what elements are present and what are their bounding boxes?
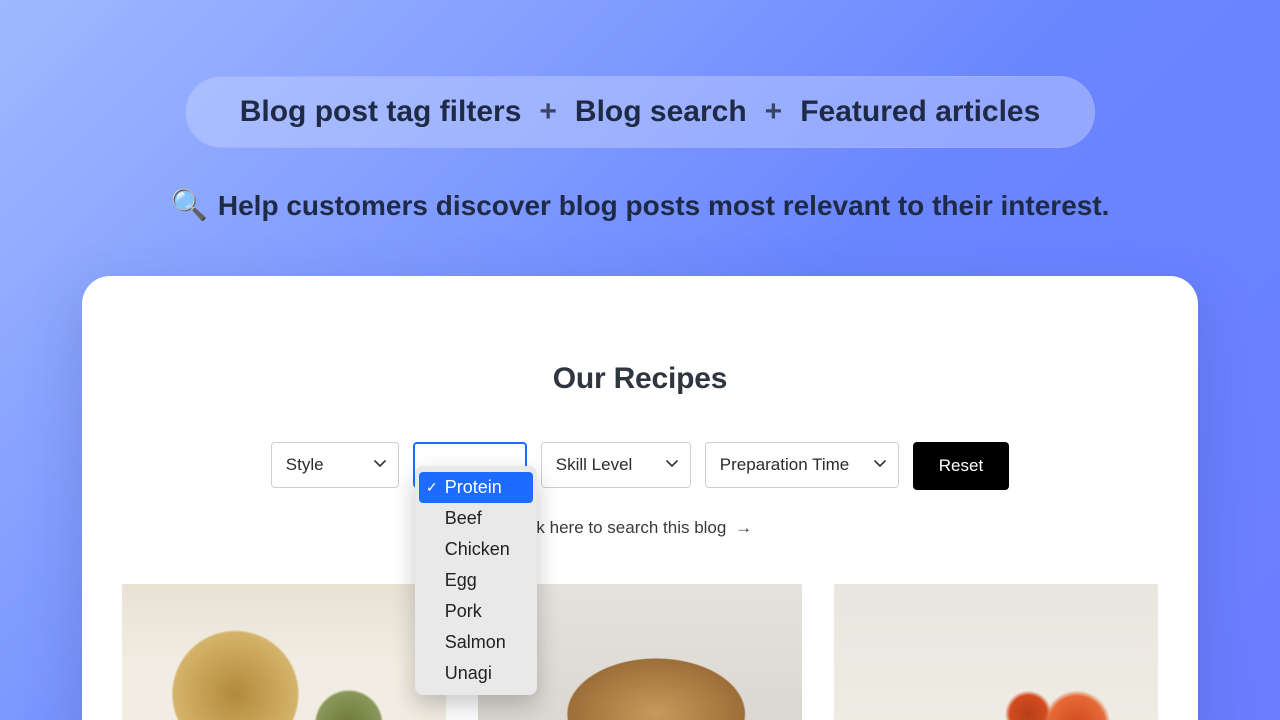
check-icon: ✓	[425, 479, 439, 496]
filter-prep-time-label: Preparation Time	[720, 455, 849, 475]
pill-part-search: Blog search	[575, 95, 747, 129]
plus-icon: +	[539, 95, 557, 129]
subtitle: 🔍 Help customers discover blog posts mos…	[90, 190, 1190, 222]
protein-option-chicken[interactable]: Chicken	[415, 534, 537, 565]
chevron-down-icon	[874, 460, 884, 470]
protein-option-label: Egg	[445, 570, 477, 591]
reset-button[interactable]: Reset	[913, 442, 1009, 490]
recipe-card-image[interactable]	[834, 584, 1158, 720]
pill-part-featured: Featured articles	[800, 95, 1040, 129]
plus-icon: +	[765, 95, 783, 129]
chevron-down-icon	[374, 460, 384, 470]
filter-style-label: Style	[286, 455, 324, 475]
protein-option-unagi[interactable]: Unagi	[415, 658, 537, 689]
protein-option-label: Beef	[445, 508, 482, 529]
filter-skill-label: Skill Level	[556, 455, 633, 475]
protein-option-egg[interactable]: Egg	[415, 565, 537, 596]
arrow-right-icon: →	[735, 518, 752, 537]
protein-option-label: Protein	[445, 477, 502, 498]
reset-button-label: Reset	[939, 456, 983, 476]
filter-style-select[interactable]: Style	[271, 442, 399, 488]
subtitle-text: Help customers discover blog posts most …	[218, 190, 1110, 222]
recipe-card-image[interactable]	[122, 584, 446, 720]
filter-protein-select[interactable]: ✓ Protein Beef Chicken Egg Pork Salmon	[413, 442, 527, 488]
search-blog-link[interactable]: ck here to search this blog →	[122, 518, 1158, 538]
protein-option-salmon[interactable]: Salmon	[415, 627, 537, 658]
filter-skill-select[interactable]: Skill Level	[541, 442, 691, 488]
protein-option-label: Pork	[445, 601, 482, 622]
magnifier-icon: 🔍	[171, 191, 208, 221]
pill-part-tag-filters: Blog post tag filters	[240, 95, 522, 129]
protein-option-protein[interactable]: ✓ Protein	[419, 472, 533, 503]
recipes-card: Our Recipes Style ✓ Protein Beef Chicken	[82, 276, 1198, 720]
recipe-cards	[122, 584, 1158, 720]
filter-prep-time-select[interactable]: Preparation Time	[705, 442, 899, 488]
filter-row: Style ✓ Protein Beef Chicken Egg	[122, 442, 1158, 490]
protein-option-label: Chicken	[445, 539, 510, 560]
page-title: Our Recipes	[122, 362, 1158, 396]
features-pill: Blog post tag filters + Blog search + Fe…	[185, 76, 1095, 148]
search-blog-text: ck here to search this blog	[528, 518, 726, 537]
protein-option-label: Unagi	[445, 663, 492, 684]
protein-option-label: Salmon	[445, 632, 506, 653]
protein-option-beef[interactable]: Beef	[415, 503, 537, 534]
chevron-down-icon	[666, 460, 676, 470]
filter-protein-dropdown: ✓ Protein Beef Chicken Egg Pork Salmon	[415, 466, 537, 695]
protein-option-pork[interactable]: Pork	[415, 596, 537, 627]
